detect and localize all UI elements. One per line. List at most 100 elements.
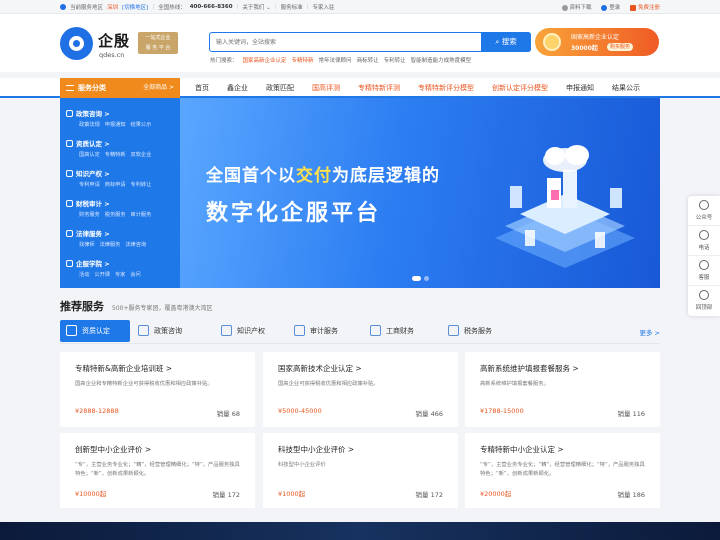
nav-results[interactable]: 结果公示 [603, 78, 649, 98]
sidebar-sub[interactable]: 结果公示 [131, 121, 152, 128]
hot-word[interactable]: 智能制造能力成熟度模型 [411, 56, 472, 64]
footer-strip [0, 522, 720, 540]
service-card[interactable]: 专精特新&高新企业培训班 > 国高企业和专精特新企业可获得税收优惠和相应政策补贴… [60, 352, 255, 427]
hot-word[interactable]: 常年法律顾问 [319, 56, 352, 64]
service-card[interactable]: 专精特新中小企业认定 > “专”，主营业务专业化；“精”，经营管理精细化；“特”… [465, 433, 660, 508]
float-service[interactable]: 客服 [688, 256, 720, 286]
region-label: 当前服务地区 [70, 5, 104, 11]
sidebar-group-academy[interactable]: 企服学院 > 活动 公开课 专家 会问 [66, 258, 178, 278]
gift-icon [630, 4, 637, 11]
card-price: ¥1000起 [278, 490, 306, 498]
card-title[interactable]: 高新系统维护填报套餐服务 > [480, 363, 579, 374]
tab-audit[interactable]: 审计服务 [288, 320, 363, 342]
promo-banner[interactable]: 国家高新企业认定 30000起 购买服务 [535, 28, 659, 56]
cloud-icon [561, 4, 568, 11]
sidebar-sub[interactable]: 政策法规 [79, 121, 100, 128]
hot-word[interactable]: 商标转让 [357, 56, 379, 64]
login-link[interactable]: 登录 [601, 3, 620, 11]
sidebar-sub[interactable]: 专利申请 [79, 181, 100, 188]
hot-word[interactable]: 专利转让 [384, 56, 406, 64]
service-card[interactable]: 科技型中小企业评价 > 科技型中小企业评价 ¥1000起 销量 172 [263, 433, 458, 508]
card-title[interactable]: 国家高新技术企业认定 > [278, 363, 362, 374]
nav-notice[interactable]: 申报通知 [557, 78, 603, 98]
nav-xin-enterprise[interactable]: 鑫企业 [218, 78, 257, 98]
card-desc: 科技型中小企业评价 [278, 462, 326, 468]
sidebar-sub[interactable]: 专精特新 [105, 151, 126, 158]
card-sales: 销量 172 [212, 491, 240, 499]
card-title[interactable]: 专精特新中小企业认定 > [480, 444, 564, 455]
sidebar-sub[interactable]: 活动 [79, 271, 89, 278]
float-wechat[interactable]: 公众号 [688, 196, 720, 226]
float-top[interactable]: 回顶部 [688, 286, 720, 316]
sidebar-sub[interactable]: 法律服务 [100, 241, 121, 248]
service-card[interactable]: 高新系统维护填报套餐服务 > 高新系统维护填报套餐服务。 ¥1788-15000… [465, 352, 660, 427]
all-products-link[interactable]: 全部商品 > [143, 78, 174, 98]
brand-name[interactable]: 企殷 [98, 30, 130, 51]
standard-link[interactable]: 服务标准 [281, 3, 303, 11]
sidebar-sub[interactable]: 审计服务 [131, 211, 152, 218]
category-menu[interactable]: 服务分类 全部商品 > [60, 78, 180, 98]
sidebar-sub[interactable]: 财务服务 [79, 211, 100, 218]
register-link[interactable]: 免费注册 [630, 3, 660, 11]
sidebar-sub[interactable]: 国高认定 [79, 151, 100, 158]
logo-icon[interactable] [60, 27, 93, 60]
sidebar-sub[interactable]: 专利转让 [131, 181, 152, 188]
card-title[interactable]: 专精特新&高新企业培训班 > [75, 363, 172, 374]
nav-policy-match[interactable]: 政策匹配 [257, 78, 303, 98]
nav-zhuanjing-model[interactable]: 专精特新评分模型 [409, 78, 483, 98]
nav-innovation-model[interactable]: 创新认定评分模型 [483, 78, 557, 98]
hot-word[interactable]: 专精特新 [292, 56, 314, 64]
sidebar-group-qualification[interactable]: 资质认定 > 国高认定 专精特新 双软企业 [66, 138, 178, 158]
service-card[interactable]: 国家高新技术企业认定 > 国高企业可获得税收优惠和相应政策补贴。 ¥5000-4… [263, 352, 458, 427]
carousel-dot[interactable] [412, 276, 421, 281]
service-card[interactable]: 创新型中小企业评价 > “专”，主营业务专业化；“精”，经营管理精细化；“特”，… [60, 433, 255, 508]
float-phone[interactable]: 电话 [688, 226, 720, 256]
search-input[interactable] [216, 36, 476, 48]
clipboard-icon [294, 325, 305, 336]
header: 企殷 qdes.cn 一站式企业 服 务 平 台 ⌕ 搜索 热门搜索： 国家高新… [0, 14, 720, 72]
hero-banner[interactable]: 全国首个以交付为底层逻辑的 数字化企服平台 [180, 98, 660, 288]
about-link[interactable]: 关于我们 ⌄ [242, 3, 270, 11]
carousel-dot[interactable] [424, 276, 429, 281]
hotline-number: 400-666-8360 [189, 4, 233, 10]
card-title[interactable]: 创新型中小企业评价 > [75, 444, 151, 455]
tab-policy[interactable]: 政策咨询 [132, 320, 207, 342]
tab-business[interactable]: 工商财务 [364, 320, 439, 342]
expert-join-link[interactable]: 专家入驻 [313, 3, 335, 11]
sidebar-sub[interactable]: 申报通知 [105, 121, 126, 128]
sidebar-sub[interactable]: 找律师 [79, 241, 95, 248]
promo-buy-button[interactable]: 购买服务 [607, 43, 634, 51]
hot-word[interactable]: 国家高新企业认定 [243, 56, 287, 64]
sidebar-sub[interactable]: 会问 [130, 271, 140, 278]
sidebar-sub[interactable]: 商标申请 [105, 181, 126, 188]
tab-tax[interactable]: 税务服务 [442, 320, 517, 342]
sidebar-sub[interactable]: 法律咨询 [125, 241, 146, 248]
tab-ip[interactable]: 知识产权 [215, 320, 290, 342]
location-icon [60, 4, 66, 10]
switch-region-link[interactable]: [切换地区] [122, 3, 148, 11]
banner-headline: 全国首个以交付为底层逻辑的 [206, 166, 440, 186]
sidebar-group-legal[interactable]: 法律服务 > 找律师 法律服务 法律咨询 [66, 228, 178, 248]
sidebar-sub[interactable]: 公开课 [94, 271, 110, 278]
sidebar-group-policy[interactable]: 政策咨询 > 政策法规 申报通知 结果公示 [66, 108, 178, 128]
nav-zhuanjing-test[interactable]: 专精特新评测 [349, 78, 409, 98]
nav-gaoxin-test[interactable]: 国高评测 [303, 78, 349, 98]
document-icon [138, 325, 149, 336]
more-link[interactable]: 更多 > [639, 327, 660, 337]
nav-home[interactable]: 首页 [186, 78, 218, 98]
search-button[interactable]: ⌕ 搜索 [481, 31, 531, 52]
sidebar-group-ip[interactable]: 知识产权 > 专利申请 商标申请 专利转让 [66, 168, 178, 188]
sidebar-group-finance[interactable]: 财税审计 > 财务服务 税务服务 审计服务 [66, 198, 178, 218]
sidebar-sub[interactable]: 税务服务 [105, 211, 126, 218]
section-subtitle: 500+服务专家团，覆盖粤港澳大湾区 [112, 305, 213, 312]
promo-title: 国家高新企业认定 [571, 34, 620, 41]
card-desc: 高新系统维护填报套餐服务。 [480, 381, 549, 387]
tab-qualification[interactable]: 资质认定 [60, 320, 130, 342]
service-tabs: 资质认定 政策咨询 知识产权 审计服务 工商财务 税务服务 更多 > [60, 318, 660, 344]
card-title[interactable]: 科技型中小企业评价 > [278, 444, 354, 455]
sidebar-sub[interactable]: 专家 [115, 271, 125, 278]
wechat-icon [699, 200, 709, 210]
download-link[interactable]: 资料下载 [561, 3, 591, 11]
category-sidebar: 政策咨询 > 政策法规 申报通知 结果公示 资质认定 > 国高认定 专精特新 双软企业 … [60, 98, 180, 288]
sidebar-sub[interactable]: 双软企业 [131, 151, 152, 158]
